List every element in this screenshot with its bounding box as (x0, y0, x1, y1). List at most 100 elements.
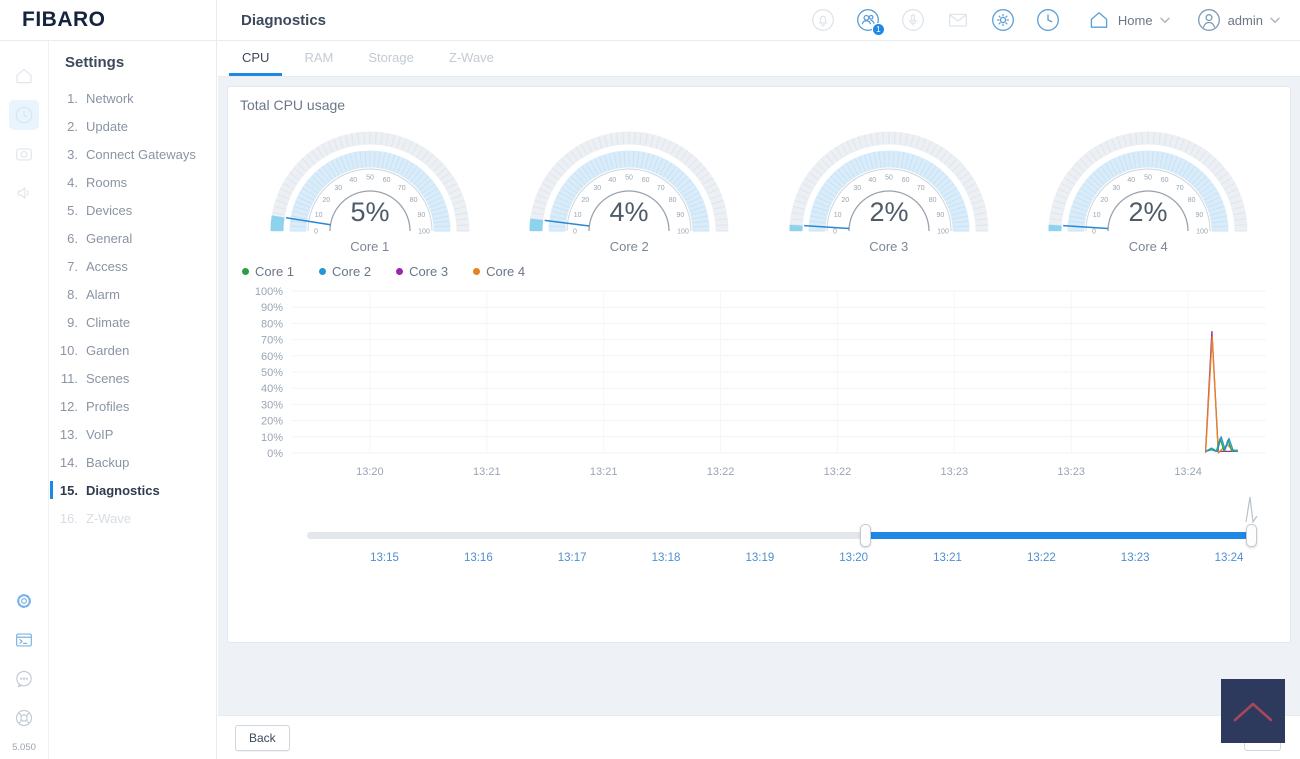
slider-time-label: 13:19 (745, 552, 775, 564)
microphone-icon[interactable] (901, 8, 925, 32)
legend-label: Core 3 (409, 264, 449, 279)
lifebuoy-help-icon[interactable] (9, 703, 39, 733)
slider-spike-preview (1245, 496, 1258, 523)
sidebar-item-label: VoIP (86, 426, 114, 442)
sidebar-item-number: 4. (67, 174, 78, 190)
svg-text:2%: 2% (1129, 197, 1168, 227)
slider-tick-labels: 13:15 13:16 13:17 13:18 13:19 13:20 13:21 13:22… (307, 552, 1252, 568)
legend-item-core-3[interactable]: Core 3 (396, 264, 448, 279)
sidebar-item-devices[interactable]: 5. Devices (50, 196, 216, 224)
sidebar-item-number: 6. (67, 230, 78, 246)
cpu-gauge-2: 0 10 20 30 40 50 60 70 80 90 100 4% Core 2 (500, 115, 760, 254)
svg-text:60: 60 (902, 177, 910, 184)
svg-text:90: 90 (936, 212, 944, 219)
sidebar-item-update[interactable]: 2. Update (50, 112, 216, 140)
chat-support-icon[interactable] (9, 664, 39, 694)
svg-text:20: 20 (1101, 197, 1109, 204)
scroll-to-top-button[interactable] (1221, 679, 1285, 743)
slider-time-label: 13:18 (651, 552, 681, 564)
slider-handle-left[interactable] (859, 524, 871, 547)
sidebar-item-voip[interactable]: 13. VoIP (50, 420, 216, 448)
cpu-gauge-3: 0 10 20 30 40 50 60 70 80 90 100 2% Core 3 (759, 115, 1019, 254)
sidebar-item-z-wave[interactable]: 16. Z-Wave (50, 504, 216, 532)
svg-text:0: 0 (1092, 229, 1096, 236)
terminal-icon[interactable] (9, 625, 39, 655)
sidebar-item-scenes[interactable]: 11. Scenes (50, 364, 216, 392)
legend-item-core-2[interactable]: Core 2 (319, 264, 371, 279)
slider-time-label: 13:21 (933, 552, 962, 564)
slider-selected-range (864, 532, 1252, 539)
sidebar-item-network[interactable]: 1. Network (50, 84, 216, 112)
cpu-usage-panel: Total CPU usage 0 10 20 30 40 50 60 70 80 90 100 5%… (227, 86, 1291, 643)
clock-icon[interactable] (1036, 8, 1060, 32)
sidebar-item-number: 12. (59, 398, 78, 414)
camera-nav-icon[interactable] (9, 139, 39, 169)
slider-handle-right[interactable] (1245, 496, 1258, 547)
svg-text:20%: 20% (261, 416, 283, 428)
top-bar: FIBARO Diagnostics 1 Home admin (0, 0, 1300, 41)
slider-time-label: 13:20 (839, 552, 869, 564)
legend-item-core-4[interactable]: Core 4 (473, 264, 525, 279)
tab-storage[interactable]: Storage (355, 41, 427, 76)
sidebar-item-label: Network (86, 90, 134, 106)
home-nav-icon[interactable] (9, 61, 39, 91)
chevron-down-icon (1270, 11, 1280, 29)
legend-item-core-1[interactable]: Core 1 (242, 264, 294, 279)
svg-text:0: 0 (833, 229, 837, 236)
sidebar-item-number: 7. (67, 258, 78, 274)
svg-text:80: 80 (410, 197, 418, 204)
slider-time-label: 13:17 (557, 552, 587, 564)
tab-ram[interactable]: RAM (291, 41, 346, 76)
sidebar-item-connect-gateways[interactable]: 3. Connect Gateways (50, 140, 216, 168)
users-icon[interactable]: 1 (856, 8, 885, 36)
sidebar-item-profiles[interactable]: 12. Profiles (50, 392, 216, 420)
tab-cpu[interactable]: CPU (229, 41, 283, 76)
sidebar-item-backup[interactable]: 14. Backup (50, 448, 216, 476)
mail-icon[interactable] (946, 8, 970, 32)
username-label: admin (1227, 12, 1263, 28)
sun-icon[interactable] (991, 8, 1015, 32)
sidebar-item-rooms[interactable]: 4. Rooms (50, 168, 216, 196)
settings-sidebar: Settings 1. Network 2. Update 3. Connect Gate… (50, 41, 217, 759)
svg-text:90: 90 (1196, 212, 1204, 219)
svg-text:60: 60 (383, 177, 391, 184)
svg-text:100: 100 (677, 229, 689, 236)
svg-text:13:22: 13:22 (824, 466, 852, 478)
svg-text:40: 40 (1128, 177, 1136, 184)
volume-nav-icon[interactable] (9, 178, 39, 208)
svg-text:40: 40 (868, 177, 876, 184)
sidebar-item-number: 2. (67, 118, 78, 134)
svg-text:30: 30 (594, 185, 602, 192)
sidebar-menu: 1. Network 2. Update 3. Connect Gateways 4. Roo… (50, 84, 216, 532)
sidebar-item-alarm[interactable]: 8. Alarm (50, 280, 216, 308)
sidebar-item-diagnostics[interactable]: 15. Diagnostics (50, 476, 216, 504)
svg-text:100: 100 (1196, 229, 1208, 236)
sidebar-item-label: Backup (86, 454, 130, 470)
svg-text:70: 70 (917, 185, 925, 192)
sidebar-item-label: Connect Gateways (86, 146, 196, 162)
settings-gear-icon[interactable] (9, 586, 39, 616)
sidebar-item-climate[interactable]: 9. Climate (50, 308, 216, 336)
svg-text:50: 50 (366, 175, 374, 182)
sidebar-item-label: Access (86, 258, 128, 274)
sidebar-item-number: 1. (67, 90, 78, 106)
svg-text:13:23: 13:23 (1057, 466, 1085, 478)
fibaro-logo: FIBARO (22, 8, 106, 31)
sidebar-item-access[interactable]: 7. Access (50, 252, 216, 280)
svg-text:20: 20 (841, 197, 849, 204)
back-button[interactable]: Back (235, 724, 290, 751)
gauge-core-label: Core 3 (869, 239, 909, 254)
svg-text:60: 60 (1161, 177, 1169, 184)
sidebar-item-general[interactable]: 6. General (50, 224, 216, 252)
gauges-row: 0 10 20 30 40 50 60 70 80 90 100 5% Core 1 0 10 20 30 40 5… (240, 115, 1278, 254)
svg-text:5%: 5% (350, 197, 389, 227)
sidebar-item-garden[interactable]: 10. Garden (50, 336, 216, 364)
user-menu[interactable]: admin (1197, 8, 1280, 32)
time-range-slider: 13:15 13:16 13:17 13:18 13:19 13:20 13:21 13:22… (307, 496, 1258, 580)
home-selector[interactable]: Home (1087, 8, 1170, 32)
sidebar-item-label: Scenes (86, 370, 130, 386)
tab-z-wave[interactable]: Z-Wave (436, 41, 507, 76)
history-nav-icon[interactable] (9, 100, 39, 130)
svg-text:40: 40 (349, 177, 357, 184)
notifications-bell-icon[interactable] (811, 8, 835, 32)
